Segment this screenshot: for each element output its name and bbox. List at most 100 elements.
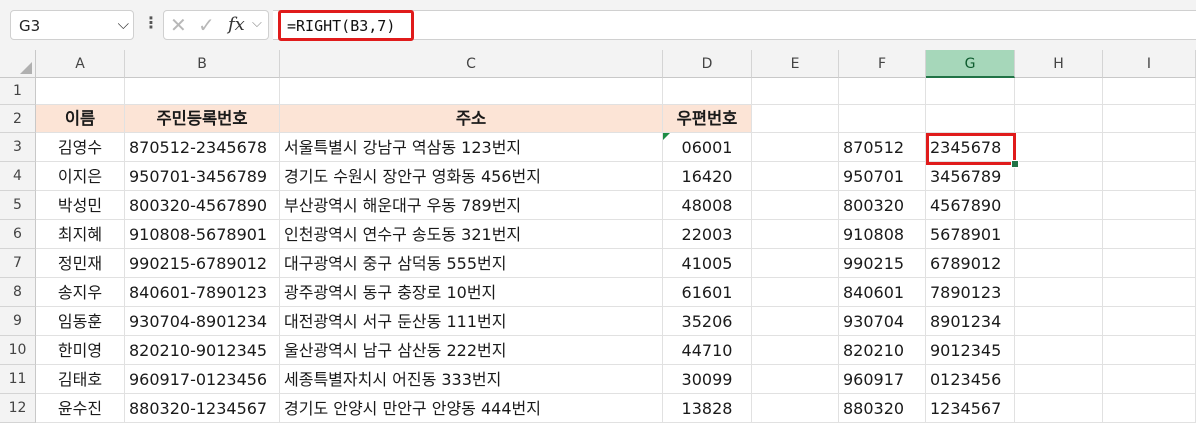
left-result-cell[interactable]: 950701 (839, 162, 926, 191)
rrn-cell[interactable]: 880320-1234567 (125, 394, 280, 423)
column-header-b[interactable]: B (125, 50, 280, 78)
cell[interactable] (1103, 220, 1196, 249)
rrn-cell[interactable]: 800320-4567890 (125, 191, 280, 220)
name-cell[interactable]: 정민재 (36, 249, 125, 278)
name-cell[interactable]: 윤수진 (36, 394, 125, 423)
name-cell[interactable]: 최지혜 (36, 220, 125, 249)
select-all-corner[interactable] (0, 50, 36, 78)
column-header-f[interactable]: F (839, 50, 926, 78)
cell[interactable] (1015, 220, 1103, 249)
row-header-5[interactable]: 5 (0, 191, 36, 220)
cell[interactable] (1103, 133, 1196, 162)
address-cell[interactable]: 세종특별자치시 어진동 333번지 (280, 365, 663, 394)
zip-cell[interactable]: 30099 (663, 365, 752, 394)
cell[interactable] (1103, 249, 1196, 278)
address-cell[interactable]: 경기도 안양시 만안구 안양동 444번지 (280, 394, 663, 423)
cell[interactable] (752, 394, 839, 423)
cell[interactable] (1103, 365, 1196, 394)
left-result-cell[interactable]: 930704 (839, 307, 926, 336)
cell[interactable] (1103, 105, 1196, 133)
right-result-cell[interactable]: 1234567 (926, 394, 1015, 423)
left-result-cell[interactable]: 960917 (839, 365, 926, 394)
zip-cell[interactable]: 44710 (663, 336, 752, 365)
formula-text[interactable]: =RIGHT(B3,7) (278, 10, 414, 41)
cell[interactable] (1015, 249, 1103, 278)
cell[interactable] (1103, 78, 1196, 105)
header-cell-zip[interactable]: 우편번호 (663, 105, 752, 133)
chevron-down-icon[interactable]: ⌵ (252, 16, 262, 31)
column-header-c[interactable]: C (280, 50, 663, 78)
cell[interactable] (926, 105, 1015, 133)
cell[interactable] (1103, 191, 1196, 220)
left-result-cell[interactable]: 880320 (839, 394, 926, 423)
left-result-cell[interactable]: 800320 (839, 191, 926, 220)
cell[interactable] (1015, 133, 1103, 162)
row-header-7[interactable]: 7 (0, 249, 36, 278)
cell[interactable] (1103, 307, 1196, 336)
x-icon[interactable]: ✕ (170, 13, 187, 37)
address-cell[interactable]: 대전광역시 서구 둔산동 111번지 (280, 307, 663, 336)
cell[interactable] (280, 78, 663, 105)
name-cell[interactable]: 김태호 (36, 365, 125, 394)
row-header-1[interactable]: 1 (0, 78, 36, 105)
rrn-cell[interactable]: 950701-3456789 (125, 162, 280, 191)
cell[interactable] (1103, 162, 1196, 191)
cell[interactable] (1103, 278, 1196, 307)
rrn-cell[interactable]: 960917-0123456 (125, 365, 280, 394)
name-cell[interactable]: 김영수 (36, 133, 125, 162)
rrn-cell[interactable]: 840601-7890123 (125, 278, 280, 307)
cell[interactable] (36, 78, 125, 105)
cell[interactable] (1015, 365, 1103, 394)
name-cell[interactable]: 이지은 (36, 162, 125, 191)
fill-handle[interactable] (1011, 160, 1019, 168)
header-cell-rrn[interactable]: 주민등록번호 (125, 105, 280, 133)
right-result-cell[interactable]: 7890123 (926, 278, 1015, 307)
right-result-cell[interactable]: 6789012 (926, 249, 1015, 278)
zip-cell[interactable]: 35206 (663, 307, 752, 336)
more-vertical-icon[interactable]: ⋮ (143, 13, 159, 32)
address-cell[interactable]: 서울특별시 강남구 역삼동 123번지 (280, 133, 663, 162)
rrn-cell[interactable]: 990215-6789012 (125, 249, 280, 278)
row-header-12[interactable]: 12 (0, 394, 36, 423)
right-result-cell[interactable]: 0123456 (926, 365, 1015, 394)
header-cell-address[interactable]: 주소 (280, 105, 663, 133)
cell[interactable] (752, 307, 839, 336)
cell[interactable] (1103, 336, 1196, 365)
zip-cell[interactable]: 61601 (663, 278, 752, 307)
cell[interactable] (1015, 336, 1103, 365)
address-cell[interactable]: 울산광역시 남구 삼산동 222번지 (280, 336, 663, 365)
zip-cell[interactable]: 48008 (663, 191, 752, 220)
cell[interactable] (752, 220, 839, 249)
cell[interactable] (1015, 278, 1103, 307)
left-result-cell[interactable]: 820210 (839, 336, 926, 365)
row-header-2[interactable]: 2 (0, 105, 36, 133)
cell[interactable] (752, 278, 839, 307)
name-cell[interactable]: 임동훈 (36, 307, 125, 336)
left-result-cell[interactable]: 870512 (839, 133, 926, 162)
row-header-3[interactable]: 3 (0, 133, 36, 162)
left-result-cell[interactable]: 990215 (839, 249, 926, 278)
right-result-cell[interactable]: 9012345 (926, 336, 1015, 365)
column-header-e[interactable]: E (752, 50, 839, 78)
row-header-10[interactable]: 10 (0, 336, 36, 365)
rrn-cell[interactable]: 820210-9012345 (125, 336, 280, 365)
cell[interactable] (1103, 394, 1196, 423)
cell[interactable] (1015, 191, 1103, 220)
cell[interactable] (1015, 394, 1103, 423)
name-box[interactable]: G3 ⌵ (10, 10, 134, 40)
header-cell-name[interactable]: 이름 (36, 105, 125, 133)
cell[interactable] (752, 249, 839, 278)
right-result-cell[interactable]: 8901234 (926, 307, 1015, 336)
left-result-cell[interactable]: 840601 (839, 278, 926, 307)
address-cell[interactable]: 경기도 수원시 장안구 영화동 456번지 (280, 162, 663, 191)
cell[interactable] (926, 78, 1015, 105)
zip-cell[interactable]: 22003 (663, 220, 752, 249)
rrn-cell[interactable]: 910808-5678901 (125, 220, 280, 249)
zip-cell[interactable]: 16420 (663, 162, 752, 191)
cell[interactable] (752, 336, 839, 365)
cell[interactable] (125, 78, 280, 105)
cell[interactable] (839, 78, 926, 105)
column-header-a[interactable]: A (36, 50, 125, 78)
right-result-cell[interactable]: 5678901 (926, 220, 1015, 249)
cell[interactable] (663, 78, 752, 105)
